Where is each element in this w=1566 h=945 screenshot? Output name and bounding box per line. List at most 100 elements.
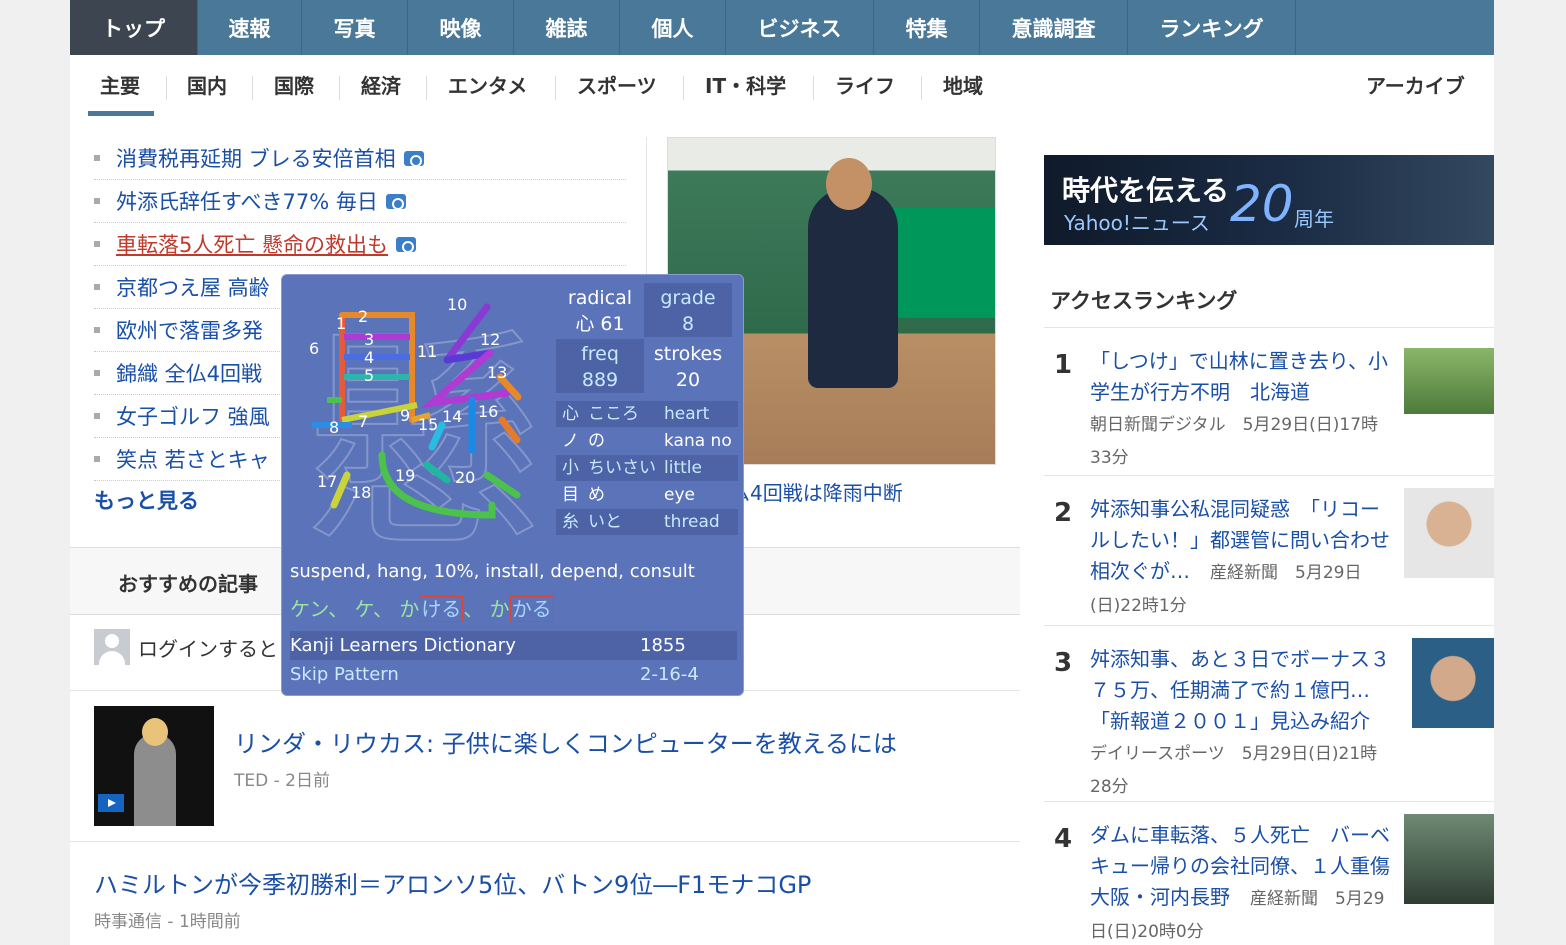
player-figure [808,188,898,388]
subnav-separator [426,76,427,100]
headline-link[interactable]: 車転落5人死亡 懸命の救出も [116,229,388,259]
subnav-main[interactable]: 主要 [100,71,140,101]
stroke-number: 3 [364,330,374,349]
radical-reading: こころ [588,404,639,424]
stroke-number: 16 [478,402,498,421]
radical-english: heart [664,404,710,424]
ranking-item[interactable]: 3 舛添知事、あと３日でボーナス３７５万、任期満了で約１億円…「新報道２００１」… [1044,625,1494,801]
headline-link[interactable]: 消費税再延期 ブレる安倍首相 [116,143,396,173]
strokes-value: 20 [675,369,701,391]
headline-link[interactable]: 欧州で落雷多発 [116,315,263,345]
bullet-icon [94,155,100,161]
radical-reading: いと [588,512,622,532]
login-prompt[interactable]: ログインすると [94,629,278,665]
stroke-number: 7 [358,412,368,431]
rank-text[interactable]: 舛添知事公私混同疑惑 「リコールしたい！」都選管に問い合わせ相次ぐが… 産経新聞… [1090,494,1390,622]
nav-tab-video[interactable]: 映像 [408,0,514,55]
recommend-title: おすすめの記事 [118,572,258,596]
subnav-separator [166,76,167,100]
camera-icon [396,236,417,253]
headline-link[interactable]: 笑点 若さとキャ [116,444,270,474]
subnav-life[interactable]: ライフ [835,71,895,101]
radical-label: radical [567,287,633,309]
ranking-item[interactable]: 4 ダムに車転落、５人死亡 バーベキュー帰りの会社同僚、１人重傷 大阪・河内長野… [1044,801,1494,945]
archive-link[interactable]: アーカイブ [1366,71,1465,101]
ranking-item[interactable]: 1 「しつけ」で山林に置き去り、小学生が行方不明 北海道 朝日新聞デジタル 5月2… [1044,327,1494,475]
banner-line1: 時代を伝える [1062,174,1230,207]
more-link[interactable]: もっと見る [94,485,199,515]
radical-value: 心 61 [575,313,625,335]
subnav-it-science[interactable]: IT・科学 [705,71,786,101]
banner-line2: Yahoo!ニュース [1064,211,1210,235]
subnav-region[interactable]: 地域 [943,71,983,101]
article-item[interactable]: リンダ・リウカス: 子供に楽しくコンピューターを教えるには TED - 2日前 [94,706,897,826]
nav-tab-top[interactable]: トップ [70,0,198,55]
rank-thumbnail[interactable] [1404,814,1494,904]
kanji-meanings: suspend, hang, 10%, install, depend, con… [290,561,695,582]
subnav-domestic[interactable]: 国内 [187,71,227,101]
nav-tab-magazines[interactable]: 雑誌 [514,0,620,55]
login-text[interactable]: ログインすると [138,633,278,662]
stroke-number: 5 [364,366,374,385]
headline-item[interactable]: 車転落5人死亡 懸命の救出も [94,223,626,266]
nav-tab-breaking[interactable]: 速報 [198,0,302,55]
sidebar: 時代を伝える Yahoo!ニュース 20 周年 アクセスランキング 1 「しつけ… [1020,117,1494,945]
rank-number: 1 [1054,350,1073,380]
headline-item[interactable]: 消費税再延期 ブレる安倍首相 [94,137,626,180]
rank-text[interactable]: 「しつけ」で山林に置き去り、小学生が行方不明 北海道 朝日新聞デジタル 5月29日… [1090,346,1390,474]
nav-tab-photos[interactable]: 写真 [302,0,408,55]
rank-text[interactable]: 舛添知事、あと３日でボーナス３７５万、任期満了で約１億円…「新報道２００１」見込… [1090,644,1390,803]
bullet-icon [94,284,100,290]
rank-text[interactable]: ダムに車転落、５人死亡 バーベキュー帰りの会社同僚、１人重傷 大阪・河内長野 産… [1090,820,1410,945]
subnav-economy[interactable]: 経済 [361,71,401,101]
rank-number: 3 [1054,648,1073,678]
subnav-sports[interactable]: スポーツ [577,71,657,101]
ranking-item[interactable]: 2 舛添知事公私混同疑惑 「リコールしたい！」都選管に問い合わせ相次ぐが… 産経… [1044,475,1494,625]
rank-title[interactable]: 「しつけ」で山林に置き去り、小学生が行方不明 北海道 [1090,349,1388,404]
bullet-icon [94,198,100,204]
player-head [826,158,872,210]
anniversary-banner[interactable]: 時代を伝える Yahoo!ニュース 20 周年 [1044,155,1494,245]
freq-label: freq [581,343,619,365]
skip-name: Skip Pattern [290,664,399,685]
sponsor-board [888,208,995,318]
rank-title[interactable]: 舛添知事、あと３日でボーナス３７５万、任期満了で約１億円…「新報道２００１」見込… [1090,647,1390,733]
article-title[interactable]: リンダ・リウカス: 子供に楽しくコンピューターを教えるには [234,724,897,759]
radical-row: 目め eye [556,482,738,508]
nav-tab-features[interactable]: 特集 [874,0,980,55]
headline-item[interactable]: 舛添氏辞任すべき77% 毎日 [94,180,626,223]
headline-link[interactable]: 舛添氏辞任すべき77% 毎日 [116,186,378,216]
bullet-icon [94,413,100,419]
rank-number: 4 [1054,824,1073,854]
subnav-separator [252,76,253,100]
subnav-separator [555,76,556,100]
strokes-label: strokes [653,343,723,365]
rank-thumbnail[interactable] [1412,638,1494,728]
nav-tab-business[interactable]: ビジネス [726,0,874,55]
headline-link[interactable]: 女子ゴルフ 強風 [116,401,270,431]
article-title[interactable]: ハミルトンが今季初勝利＝アロンソ5位、バトン9位―F1モナコGP [94,865,811,900]
camera-icon [403,150,424,167]
article-thumbnail[interactable] [94,706,214,826]
rank-thumbnail[interactable] [1404,348,1494,414]
grade-value: 8 [681,313,695,335]
stroke-number: 12 [480,330,500,349]
subnav-entertainment[interactable]: エンタメ [448,71,527,101]
play-icon [98,794,124,812]
speaker-figure [134,734,176,826]
nav-tab-survey[interactable]: 意識調査 [980,0,1128,55]
dictionary-value: 1855 [640,635,686,656]
subnav-international[interactable]: 国際 [274,71,314,101]
headline-link[interactable]: 錦織 全仏4回戦 [116,358,262,388]
nav-tab-ranking[interactable]: ランキング [1128,0,1296,55]
banner-number: 20 [1230,175,1294,233]
speaker-head [142,718,168,746]
skip-row: Skip Pattern 2-16-4 [290,660,737,689]
banner-suffix: 周年 [1294,207,1334,231]
stroke-number: 17 [317,472,337,491]
photo-caption[interactable]: ム4回戦は降雨中断 [730,477,903,506]
rank-source: デイリースポーツ 5月29日(日)21時28分 [1090,744,1378,797]
headline-link[interactable]: 京都つえ屋 高齢 [116,272,270,302]
rank-thumbnail[interactable] [1404,488,1494,578]
nav-tab-individual[interactable]: 個人 [620,0,726,55]
